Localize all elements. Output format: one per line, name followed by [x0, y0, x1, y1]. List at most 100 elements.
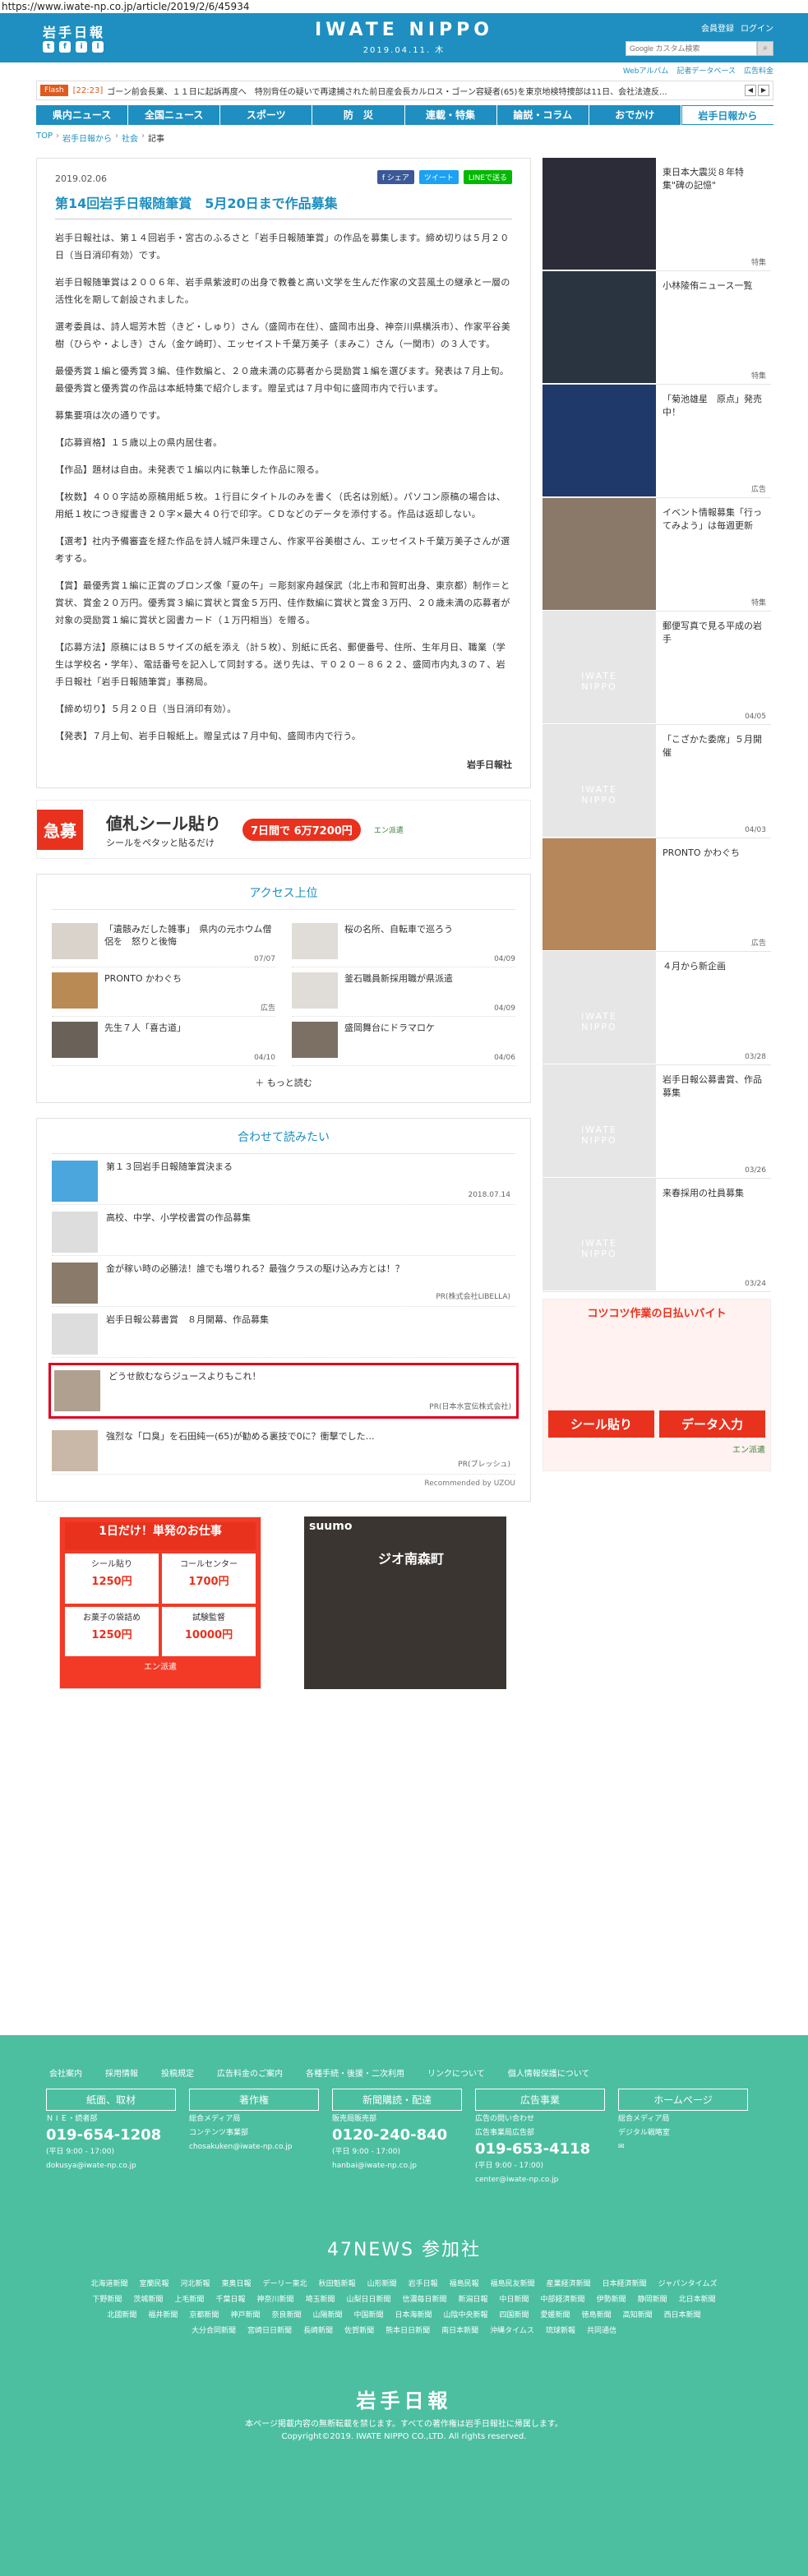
related-item[interactable]: 強烈な「口臭」を石田純一(65)が勧める裏技で0に？衝撃でした… PR(ブレッシュ…: [52, 1424, 515, 1475]
footer-link-privacy[interactable]: 個人情報保護について: [508, 2066, 590, 2079]
contact-email[interactable]: hanbai@iwate-np.co.jp: [332, 2161, 462, 2172]
url-bar[interactable]: https://www.iwate-np.co.jp/article/2019/…: [0, 0, 808, 13]
news-partner-link[interactable]: 福島民友新聞: [491, 2278, 535, 2288]
news-partner-link[interactable]: 京都新聞: [189, 2309, 219, 2320]
nav-columns[interactable]: 論説・コラム: [497, 105, 589, 125]
news-partner-link[interactable]: 西日本新聞: [664, 2309, 701, 2320]
news-partner-link[interactable]: 上毛新聞: [174, 2293, 204, 2304]
news-partner-link[interactable]: 愛媛新聞: [541, 2309, 570, 2320]
sidebar-item[interactable]: 郵便写真で見る平成の岩手 04/05: [543, 612, 771, 725]
news-partner-link[interactable]: 四国新聞: [500, 2309, 529, 2320]
news-partner-link[interactable]: 岩手日報: [409, 2278, 438, 2288]
ranking-item[interactable]: 先生７人「喜古道」 04/10: [52, 1017, 275, 1066]
sidebar-item[interactable]: 岩手日報公募書賞、作品募集 03/26: [543, 1065, 771, 1179]
tweet-button[interactable]: ツイート: [418, 170, 459, 184]
member-register-link[interactable]: 会員登録: [701, 21, 734, 34]
news-partner-link[interactable]: 高知新聞: [623, 2309, 653, 2320]
news-partner-link[interactable]: 伊勢新聞: [597, 2293, 626, 2304]
line-share-button[interactable]: LINEで送る: [463, 170, 512, 184]
banner-ad[interactable]: 急募 値札シール貼り シールをペタッと貼るだけ 7日間で 6万7200円 エン派…: [36, 800, 531, 859]
related-item[interactable]: 高校、中学、小学校書賞の作品募集: [52, 1205, 515, 1256]
related-item[interactable]: 第１３回岩手日報随筆賞決まる 2018.07.14: [52, 1154, 515, 1205]
news-partner-link[interactable]: 北海道新聞: [90, 2278, 127, 2288]
nav-national-news[interactable]: 全国ニュース: [128, 105, 221, 125]
sidebar-item[interactable]: 「菊池雄星 原点」発売中！ 広告: [543, 385, 771, 498]
news-partner-link[interactable]: 秋田魁新報: [319, 2278, 356, 2288]
mail-icon[interactable]: ✉: [618, 2142, 748, 2153]
news-partner-link[interactable]: 北國新聞: [107, 2309, 136, 2320]
news-partner-link[interactable]: 埼玉新聞: [305, 2293, 335, 2304]
footer-link-company[interactable]: 会社案内: [49, 2066, 82, 2079]
news-partner-link[interactable]: 静岡新聞: [638, 2293, 667, 2304]
news-partner-link[interactable]: 琉球新報: [546, 2324, 575, 2335]
news-partner-link[interactable]: 中日新聞: [500, 2293, 529, 2304]
news-partner-link[interactable]: 長崎新聞: [303, 2324, 333, 2335]
login-link[interactable]: ログイン: [741, 21, 773, 34]
phone-number[interactable]: 0120-240-840: [332, 2126, 462, 2144]
news-partner-link[interactable]: 日本海新聞: [395, 2309, 432, 2320]
news-partner-link[interactable]: 熊本日日新聞: [386, 2324, 430, 2335]
nav-local-news[interactable]: 県内ニュース: [36, 105, 129, 125]
sidebar-item[interactable]: イベント情報募集「行ってみよう」は毎週更新 特集: [543, 498, 771, 612]
sidebar-item[interactable]: 「こざかた委席」５月開催 04/03: [543, 725, 771, 838]
nav-from-iwate-nippo[interactable]: 岩手日報から: [681, 105, 773, 125]
subnav-ad-rates[interactable]: 広告料金: [744, 65, 773, 76]
news-partner-link[interactable]: 神奈川新聞: [256, 2293, 293, 2304]
more-button[interactable]: ＋ もっと読む: [52, 1076, 515, 1089]
job-ad[interactable]: 1日だけ！単発のお仕事 シール貼り 1250円 コールセンター 1700円 お菓子の…: [59, 1517, 261, 1689]
news-partner-link[interactable]: 奈良新聞: [271, 2309, 301, 2320]
contact-email[interactable]: center@iwate-np.co.jp: [475, 2175, 605, 2186]
contact-email[interactable]: dokusya@iwate-np.co.jp: [46, 2161, 176, 2172]
ranking-item[interactable]: PRONTO かわぐち 広告: [52, 967, 275, 1017]
breadcrumb-from-iwate-nippo[interactable]: 岩手日報から: [62, 132, 112, 144]
news-partner-link[interactable]: 河北新報: [181, 2278, 210, 2288]
recommended-by[interactable]: Recommended by UZOU: [52, 1480, 515, 1488]
facebook-share-button[interactable]: f シェア: [376, 170, 414, 184]
breadcrumb-top[interactable]: TOP: [36, 132, 53, 144]
news-partner-link[interactable]: 茨城新聞: [133, 2293, 163, 2304]
ranking-item[interactable]: 桜の名所、自転車で巡ろう 04/09: [292, 918, 515, 967]
related-item-highlighted[interactable]: どうせ飲むならジュースよりもこれ！ PR(日本水宣伝株式会社): [48, 1363, 519, 1419]
news-partner-link[interactable]: 南日本新聞: [441, 2324, 478, 2335]
related-item[interactable]: 金が稼い時の必勝法！誰でも増りれる？最強クラスの駆け込み方とは！？ PR(株式会社…: [52, 1256, 515, 1307]
news-partner-link[interactable]: 日本経済新聞: [603, 2278, 647, 2288]
related-item[interactable]: 岩手日報公募書賞 ８月開幕、作品募集: [52, 1307, 515, 1358]
news-partner-link[interactable]: 北日本新聞: [679, 2293, 716, 2304]
breadcrumb-society[interactable]: 社会: [122, 132, 138, 144]
sidebar-item[interactable]: 来春採用の社員募集 03/24: [543, 1179, 771, 1292]
news-partner-link[interactable]: 信濃毎日新聞: [403, 2293, 447, 2304]
contact-email[interactable]: chosakuken@iwate-np.co.jp: [189, 2142, 319, 2153]
news-partner-link[interactable]: デーリー東北: [263, 2278, 307, 2288]
phone-number[interactable]: 019-654-1208: [46, 2126, 176, 2144]
footer-link-procedures[interactable]: 各種手続・後援・二次利用: [306, 2066, 404, 2079]
sidebar-item[interactable]: 東日本大震災８年特集"碑の記憶" 特集: [543, 158, 771, 271]
news-partner-link[interactable]: 山梨日日新聞: [346, 2293, 390, 2304]
news-partner-link[interactable]: 新潟日報: [459, 2293, 488, 2304]
news-partner-link[interactable]: 東奥日報: [222, 2278, 252, 2288]
news-partner-link[interactable]: 佐賀新聞: [344, 2324, 374, 2335]
news-partner-link[interactable]: 大分合同新聞: [192, 2324, 236, 2335]
news-partner-link[interactable]: 共同通信: [587, 2324, 616, 2335]
sidebar-item[interactable]: PRONTO かわぐち 広告: [543, 838, 771, 952]
phone-number[interactable]: 019-653-4118: [475, 2140, 605, 2158]
news-partner-link[interactable]: 産業経済新聞: [547, 2278, 591, 2288]
news-partner-link[interactable]: 徳島新聞: [582, 2309, 612, 2320]
news-partner-link[interactable]: 宮崎日日新聞: [247, 2324, 292, 2335]
nav-sports[interactable]: スポーツ: [220, 105, 313, 125]
news-partner-link[interactable]: ジャパンタイムズ: [658, 2278, 718, 2288]
nav-features[interactable]: 連載・特集: [405, 105, 497, 125]
search-input[interactable]: [626, 41, 757, 56]
news-partner-link[interactable]: 沖縄タイムス: [490, 2324, 534, 2335]
flash-headline[interactable]: ゴーン前会長業、１１日に起訴再度へ 特別背任の疑いで再逮捕された前日産会長カルロ…: [107, 85, 745, 97]
footer-link-ad-rates[interactable]: 広告料金のご案内: [217, 2066, 283, 2079]
news-partner-link[interactable]: 山陽新聞: [312, 2309, 342, 2320]
ranking-item[interactable]: 釜石職員新採用職が県派遣 04/09: [292, 967, 515, 1017]
news-partner-link[interactable]: 室蘭民報: [140, 2278, 169, 2288]
footer-link-submission[interactable]: 投稿規定: [161, 2066, 194, 2079]
nav-disaster[interactable]: 防 災: [312, 105, 405, 125]
search-icon[interactable]: ⌕: [757, 41, 773, 56]
sidebar-item[interactable]: ４月から新企画 03/28: [543, 952, 771, 1065]
news-partner-link[interactable]: 千葉日報: [215, 2293, 245, 2304]
news-partner-link[interactable]: 中国新聞: [353, 2309, 383, 2320]
subnav-reporter-db[interactable]: 記者データベース: [676, 65, 736, 76]
